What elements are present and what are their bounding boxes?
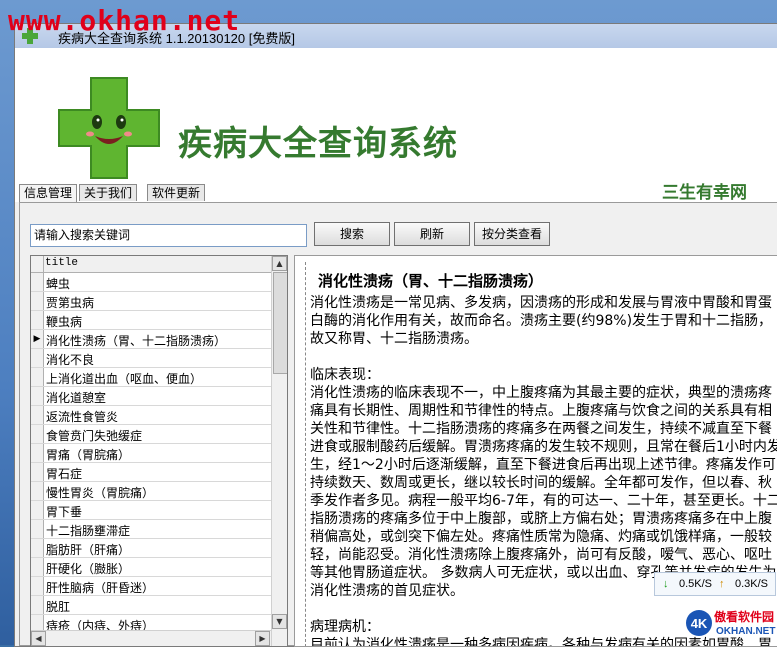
row-title: 返流性食管炎 [46,410,119,424]
banner-subtitle: 三生有幸网 [662,183,747,203]
detail-paragraph [310,348,777,366]
banner-title: 疾病大全查询系统 [178,124,458,164]
column-header-title[interactable]: title [45,257,78,269]
row-indicator [31,406,44,424]
table-row[interactable]: ▶ 消化性溃疡（胃、十二指肠溃疡） [31,330,271,349]
row-title: 慢性胃炎（胃脘痛） [46,486,155,500]
brand-name: 傲看软件园 [714,610,775,624]
table-row[interactable]: 脂肪肝（肝痛） [31,539,271,558]
upload-speed: 0.3K/S [735,578,769,590]
table-row[interactable]: 肝性脑病（肝昏迷） [31,577,271,596]
table-row[interactable]: 食管贲门失弛缓症 [31,425,271,444]
watermark-text: www.okhan.net [8,4,241,37]
grid-header-indicator [31,256,44,272]
grid-rows: 蜱虫 贾第虫病 鞭虫病 ▶ 消化性溃疡（胃、十二指肠溃疡） 消化不良 上消化道出血（呕血、便… [31,273,271,646]
upload-arrow-icon: ↑ [719,578,725,590]
row-title: 消化不良 [46,353,95,367]
row-indicator [31,558,44,576]
app-window: 疾病大全查询系统 1.1.20130120 [免费版] 疾病大全查询系统 三生有… [14,23,777,647]
header-banner: 疾病大全查询系统 三生有幸网 [15,48,777,203]
tab-software-update[interactable]: 软件更新 [147,184,206,201]
table-row[interactable]: 慢性胃炎（胃脘痛） [31,482,271,501]
search-input[interactable] [30,224,307,247]
download-speed: 0.5K/S [679,578,713,590]
table-row[interactable]: 肝硬化（臌胀） [31,558,271,577]
row-indicator [31,463,44,481]
row-indicator [31,482,44,500]
network-speed-widget: ↓ 0.5K/S ↑ 0.3K/S [654,572,776,596]
scroll-left-icon[interactable]: ◀ [31,631,46,646]
table-row[interactable]: 胃石症 [31,463,271,482]
table-row[interactable]: 返流性食管炎 [31,406,271,425]
row-title: 食管贲门失弛缓症 [46,429,143,443]
grid-header: title [31,256,271,273]
row-title: 消化道憩室 [46,391,107,405]
row-title: 鞭虫病 [46,315,83,329]
scroll-thumb[interactable] [273,272,287,374]
scroll-right-icon[interactable]: ▶ [255,631,270,646]
row-indicator [31,349,44,367]
row-title: 蜱虫 [46,277,71,291]
table-row[interactable]: 消化不良 [31,349,271,368]
row-indicator [31,273,44,291]
ok-logo-icon: 4K [686,610,712,636]
row-indicator [31,577,44,595]
row-selected-indicator-icon: ▶ [31,330,44,348]
category-view-button[interactable]: 按分类查看 [474,222,550,246]
row-title: 胃下垂 [46,505,83,519]
download-arrow-icon: ↓ [663,578,669,590]
table-row[interactable]: 贾第虫病 [31,292,271,311]
row-indicator [31,292,44,310]
row-indicator [31,387,44,405]
row-title: 胃痛（胃脘痛） [46,448,131,462]
smiling-cross-logo-icon [58,77,160,179]
table-row[interactable]: 脱肛 [31,596,271,615]
detail-paragraph: 临床表现： [310,367,380,383]
vertical-scrollbar[interactable]: ▲ ▼ [271,256,287,646]
scroll-down-icon[interactable]: ▼ [272,614,287,629]
row-indicator [31,444,44,462]
row-indicator [31,596,44,614]
row-title: 脱肛 [46,600,71,614]
detail-paragraph: 消化性溃疡的临床表现不一，中上腹疼痛为其最主要的症状，典型的溃疡疼痛具有长期性、… [310,385,777,599]
row-indicator [31,501,44,519]
table-row[interactable]: 消化道憩室 [31,387,271,406]
table-row[interactable]: 鞭虫病 [31,311,271,330]
table-row[interactable]: 胃下垂 [31,501,271,520]
row-indicator [31,520,44,538]
row-title: 上消化道出血（呕血、便血） [46,372,203,386]
tab-about-us[interactable]: 关于我们 [79,184,138,201]
row-title: 胃石症 [46,467,83,481]
row-title: 肝性脑病（肝昏迷） [46,581,155,595]
row-title: 贾第虫病 [46,296,95,310]
svg-text:4K: 4K [691,616,708,631]
row-title: 脂肪肝（肝痛） [46,543,131,557]
disease-list-grid: title 蜱虫 贾第虫病 鞭虫病 ▶ 消化性溃疡（胃、十二指肠溃疡） 消化不良 上消化道出… [30,255,288,647]
row-title: 肝硬化（臌胀） [46,562,131,576]
row-title: 十二指肠壅滞症 [46,524,131,538]
row-indicator [31,368,44,386]
horizontal-scrollbar[interactable]: ◀ ▶ [31,630,271,646]
detail-paragraph: 消化性溃疡是一常见病、多发病，因溃疡的形成和发展与胃液中胃酸和胃蛋白酶的消化作用… [310,295,773,347]
tab-info-management[interactable]: 信息管理 [19,184,78,202]
search-button[interactable]: 搜索 [314,222,390,246]
table-row[interactable]: 十二指肠壅滞症 [31,520,271,539]
row-indicator [31,311,44,329]
detail-title: 消化性溃疡（胃、十二指肠溃疡） [318,272,544,290]
refresh-button[interactable]: 刷新 [394,222,470,246]
brand-url: OKHAN.NET [716,626,776,637]
table-row[interactable]: 胃痛（胃脘痛） [31,444,271,463]
row-title: 消化性溃疡（胃、十二指肠溃疡） [46,334,227,348]
scroll-up-icon[interactable]: ▲ [272,256,287,271]
table-row[interactable]: 上消化道出血（呕血、便血） [31,368,271,387]
row-indicator [31,539,44,557]
table-row[interactable]: 蜱虫 [31,273,271,292]
okhan-brand-logo: 4K 傲看软件园 OKHAN.NET [684,606,776,642]
row-indicator [31,425,44,443]
